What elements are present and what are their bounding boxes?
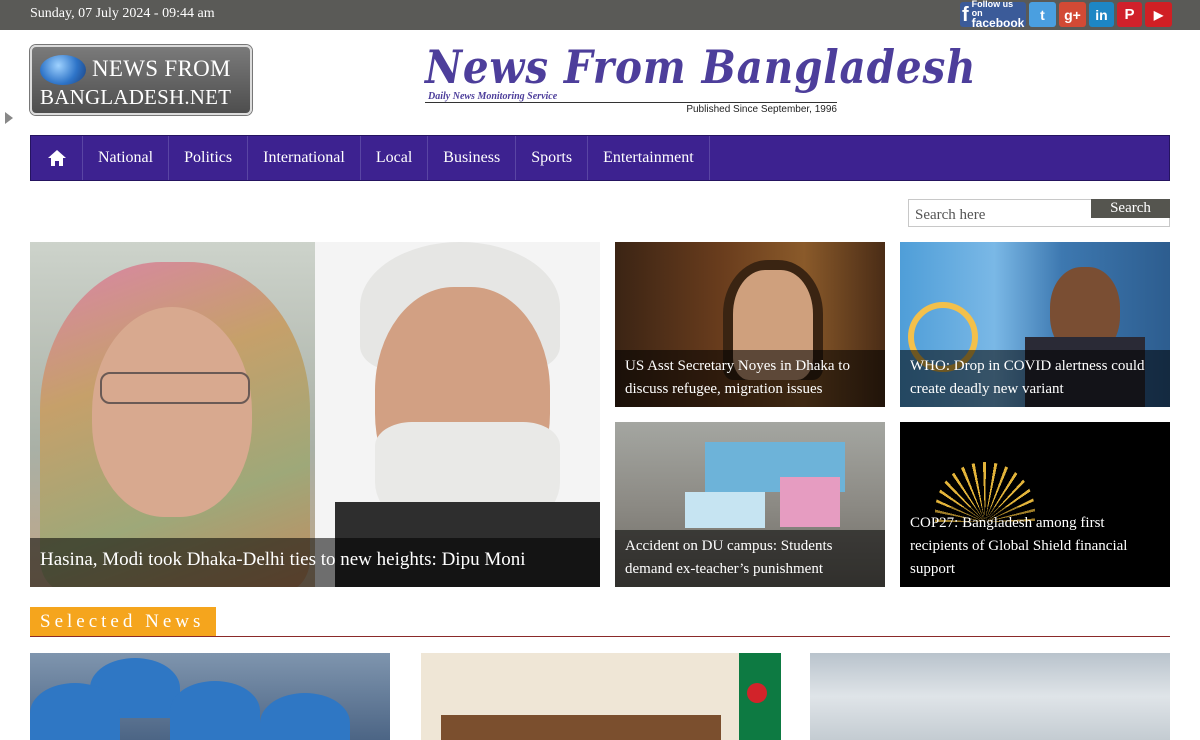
nav-item-sports[interactable]: Sports bbox=[516, 136, 589, 180]
facebook-icon[interactable]: f Follow us on facebook bbox=[960, 0, 1026, 30]
nav-item-national[interactable]: National bbox=[83, 136, 170, 180]
logo-line2: BANGLADESH.NET bbox=[40, 85, 232, 109]
logo-line1: NEWS FROM bbox=[92, 56, 231, 81]
story-card[interactable]: COP27: Bangladesh among first recipients… bbox=[900, 422, 1170, 587]
search-button[interactable]: Search bbox=[1091, 199, 1170, 218]
side-arrow-icon[interactable] bbox=[5, 112, 13, 124]
masthead-tagline: Daily News Monitoring Service bbox=[428, 91, 558, 102]
story-caption[interactable]: WHO: Drop in COVID alertness could creat… bbox=[900, 350, 1170, 407]
selected-news-thumb[interactable] bbox=[30, 653, 390, 740]
nav-item-entertainment[interactable]: Entertainment bbox=[588, 136, 710, 180]
selected-news-thumb[interactable] bbox=[810, 653, 1170, 740]
story-card[interactable]: US Asst Secretary Noyes in Dhaka to disc… bbox=[615, 242, 885, 407]
nav-home[interactable] bbox=[31, 136, 83, 180]
current-date: Sunday, 07 July 2024 - 09:44 am bbox=[30, 6, 215, 21]
nav-item-business[interactable]: Business bbox=[428, 136, 517, 180]
featured-main-caption[interactable]: Hasina, Modi took Dhaka-Delhi ties to ne… bbox=[30, 538, 600, 587]
social-links: f Follow us on facebook t g+ in P ▶ bbox=[960, 0, 1172, 30]
featured-main-story[interactable]: Hasina, Modi took Dhaka-Delhi ties to ne… bbox=[30, 242, 600, 587]
masthead-rule bbox=[425, 102, 837, 103]
main-nav: National Politics International Local Bu… bbox=[30, 135, 1170, 181]
story-caption[interactable]: COP27: Bangladesh among first recipients… bbox=[900, 507, 1170, 587]
story-caption[interactable]: US Asst Secretary Noyes in Dhaka to disc… bbox=[615, 350, 885, 407]
globe-icon bbox=[40, 55, 86, 85]
youtube-icon[interactable]: ▶ bbox=[1145, 2, 1172, 27]
masthead-title: News From Bangladesh bbox=[425, 40, 977, 94]
masthead[interactable]: News From Bangladesh Daily News Monitori… bbox=[425, 40, 976, 120]
masthead-published: Published Since September, 1996 bbox=[686, 104, 837, 115]
selected-news-heading: Selected News bbox=[30, 607, 217, 637]
linkedin-icon[interactable]: in bbox=[1089, 2, 1114, 27]
featured-main-photo-left bbox=[30, 242, 315, 587]
story-card[interactable]: WHO: Drop in COVID alertness could creat… bbox=[900, 242, 1170, 407]
nav-item-local[interactable]: Local bbox=[361, 136, 429, 180]
site-logo[interactable]: NEWS FROM BANGLADESH.NET bbox=[30, 45, 252, 115]
featured-main-photo-right bbox=[315, 242, 600, 587]
home-icon bbox=[47, 150, 66, 166]
selected-news-thumb[interactable] bbox=[421, 653, 781, 740]
search-bar: Search bbox=[908, 199, 1170, 227]
twitter-icon[interactable]: t bbox=[1029, 2, 1056, 27]
selected-news-rule bbox=[30, 636, 1170, 637]
top-bar: Sunday, 07 July 2024 - 09:44 am f Follow… bbox=[0, 0, 1200, 30]
story-card[interactable]: Accident on DU campus: Students demand e… bbox=[615, 422, 885, 587]
nav-item-international[interactable]: International bbox=[248, 136, 361, 180]
nav-item-politics[interactable]: Politics bbox=[169, 136, 249, 180]
story-caption[interactable]: Accident on DU campus: Students demand e… bbox=[615, 530, 885, 587]
google-plus-icon[interactable]: g+ bbox=[1059, 2, 1086, 27]
pinterest-icon[interactable]: P bbox=[1117, 2, 1142, 27]
facebook-line2: facebook bbox=[971, 16, 1025, 30]
